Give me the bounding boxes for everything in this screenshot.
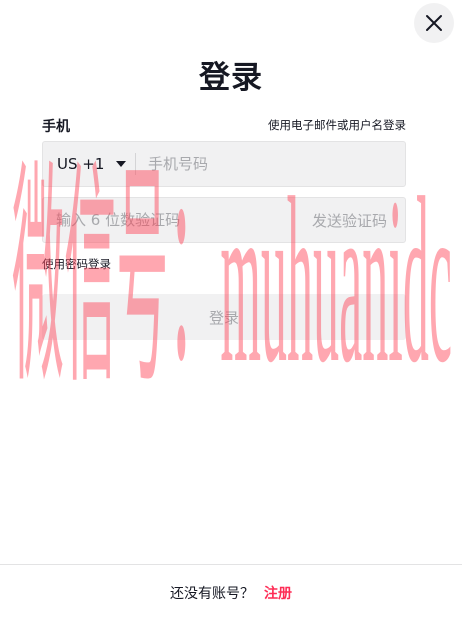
close-icon <box>426 15 442 31</box>
phone-field-label: 手机 <box>42 119 70 135</box>
phone-input-group: US +1 <box>42 141 406 187</box>
signup-footer: 还没有账号？ 注册 <box>0 564 462 621</box>
send-code-button[interactable]: 发送验证码 <box>302 210 405 231</box>
close-button[interactable] <box>414 3 454 43</box>
caret-down-icon <box>116 161 127 167</box>
password-login-link[interactable]: 使用密码登录 <box>42 256 111 272</box>
verification-code-group: 发送验证码 <box>42 197 406 243</box>
signup-link[interactable]: 注册 <box>264 583 292 603</box>
watermark-text: 微信号：muhuanidc <box>12 149 452 412</box>
phone-label-row: 手机 使用电子邮件或用户名登录 <box>42 115 406 135</box>
login-modal: 登录 手机 使用电子邮件或用户名登录 US +1 发送验证码 使用密码登录 登录… <box>0 0 462 621</box>
phone-number-input[interactable] <box>148 142 405 186</box>
country-code-value: US +1 <box>57 155 105 173</box>
page-title: 登录 <box>199 60 263 96</box>
verification-code-input[interactable] <box>56 198 302 242</box>
country-code-select[interactable]: US +1 <box>43 142 135 186</box>
email-username-login-link[interactable]: 使用电子邮件或用户名登录 <box>268 117 406 133</box>
signup-prompt: 还没有账号？ <box>170 586 254 602</box>
divider <box>135 153 136 175</box>
login-submit-button[interactable]: 登录 <box>42 294 406 340</box>
